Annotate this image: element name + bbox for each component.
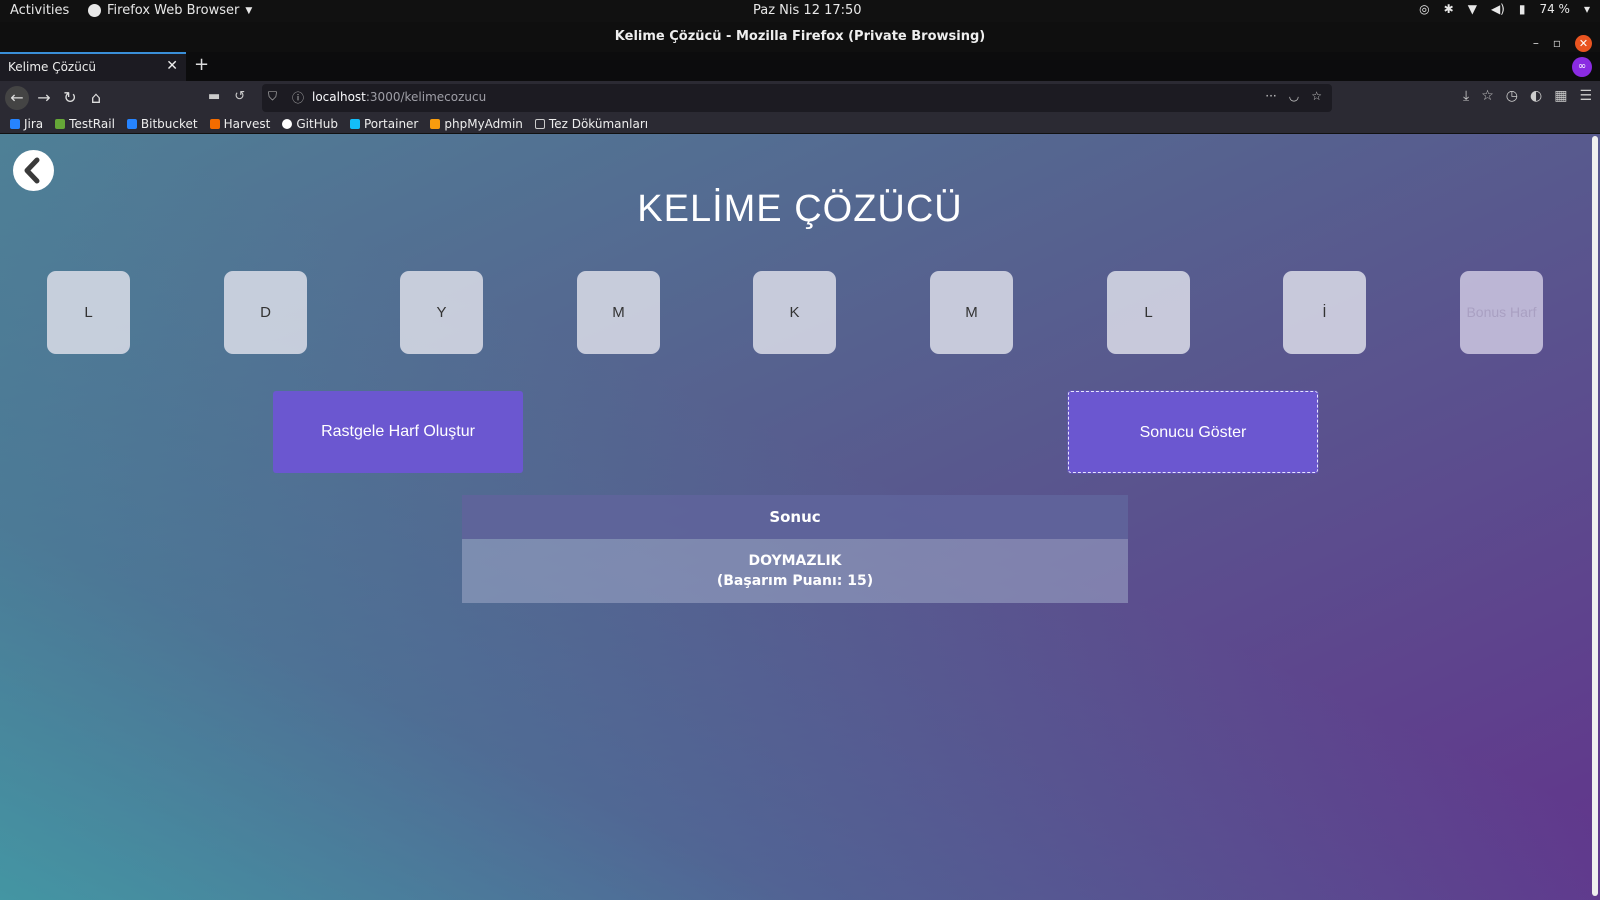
- bookmark-label: Portainer: [363, 117, 419, 131]
- letter-tile[interactable]: L: [47, 271, 130, 354]
- toolbar-right: ⤓ ☆ ◷ ◐ ▦ ☰: [1463, 88, 1592, 104]
- bookmark-jira[interactable]: Jira: [10, 117, 43, 131]
- shield-icon[interactable]: ⛉: [268, 89, 277, 104]
- system-top-bar: Activities Firefox Web Browser ▼ Paz Nis…: [0, 0, 1600, 22]
- harvest-icon: [209, 119, 220, 129]
- firefox-icon: [88, 4, 101, 17]
- back-arrow-icon[interactable]: ←: [5, 86, 29, 110]
- phpmyadmin-icon: [430, 119, 441, 129]
- letter-tile[interactable]: İ: [1283, 271, 1366, 354]
- close-tab-icon[interactable]: ✕: [166, 58, 178, 74]
- bookmark-github[interactable]: GitHub: [282, 117, 338, 131]
- bookmark-label: Tez Dökümanları: [548, 117, 649, 131]
- bookmark-label: TestRail: [69, 117, 115, 131]
- bookmarks-toolbar: Jira TestRail Bitbucket Harvest GitHub P…: [0, 115, 1600, 134]
- testrail-icon: [55, 119, 66, 129]
- bookmark-star-icon[interactable]: ☆: [1311, 89, 1322, 103]
- letter-tile[interactable]: M: [577, 271, 660, 354]
- chevron-left-icon: [24, 157, 40, 184]
- close-window-icon[interactable]: ✕: [1575, 34, 1592, 52]
- clock-icon[interactable]: ◷: [1506, 88, 1518, 104]
- clock[interactable]: Paz Nis 12 17:50: [753, 3, 862, 18]
- battery-level[interactable]: 74 %: [1539, 2, 1570, 16]
- site-info-icon[interactable]: ⓘ: [292, 89, 304, 106]
- toolbar-extensions-left: ▬ ↺: [208, 89, 245, 104]
- result-body: DOYMAZLIK (Başarım Puanı: 15): [462, 539, 1128, 603]
- page-scrollbar[interactable]: [1592, 136, 1598, 896]
- menu-icon[interactable]: ☰: [1579, 88, 1592, 104]
- extension-icon[interactable]: ◐: [1530, 88, 1542, 104]
- letter-tile[interactable]: K: [753, 271, 836, 354]
- system-tray[interactable]: ◎ ✱ ▼ ◀) ▮ 74 % ▾: [1419, 2, 1590, 16]
- page-content: KELİME ÇÖZÜCÜ L D Y M K M L İ Bonus Harf…: [0, 134, 1600, 900]
- bookmark-label: Harvest: [223, 117, 271, 131]
- window-title: Kelime Çözücü - Mozilla Firefox (Private…: [614, 29, 986, 44]
- show-result-button[interactable]: Sonucu Göster: [1067, 390, 1319, 474]
- letter-tile[interactable]: M: [930, 271, 1013, 354]
- result-header: Sonuc: [462, 495, 1128, 539]
- container-icon[interactable]: ▬: [208, 89, 220, 104]
- result-score: (Başarım Puanı: 15): [716, 573, 874, 589]
- new-tab-icon[interactable]: +: [194, 54, 209, 75]
- chevron-down-icon: ▼: [245, 5, 253, 16]
- result-word: DOYMAZLIK: [748, 553, 842, 569]
- random-letters-button[interactable]: Rastgele Harf Oluştur: [273, 391, 523, 473]
- tab-strip: Kelime Çözücü ✕ + ∞: [0, 52, 1600, 81]
- library-icon[interactable]: ☆: [1481, 88, 1494, 104]
- reload-icon[interactable]: ↻: [58, 86, 82, 110]
- portainer-icon: [349, 119, 360, 129]
- history-icon[interactable]: ↺: [234, 89, 245, 104]
- nav-toolbar: ← → ↻ ⌂ ▬ ↺ ⛉ ⓘ localhost:3000/kelimecoz…: [0, 81, 1600, 115]
- bookmark-portainer[interactable]: Portainer: [349, 117, 419, 131]
- bookmark-testrail[interactable]: TestRail: [55, 117, 115, 131]
- battery-icon[interactable]: ▮: [1519, 2, 1526, 16]
- result-table: Sonuc DOYMAZLIK (Başarım Puanı: 15): [462, 495, 1128, 603]
- volume-icon[interactable]: ◀): [1491, 2, 1505, 16]
- window-title-bar: Kelime Çözücü - Mozilla Firefox (Private…: [0, 22, 1600, 52]
- more-actions-icon[interactable]: ···: [1265, 89, 1276, 103]
- letter-tiles: L D Y M K M L İ Bonus Harf: [47, 271, 1547, 355]
- pocket-icon[interactable]: ◡: [1289, 89, 1299, 103]
- bookmark-label: GitHub: [296, 117, 338, 131]
- url-host: localhost: [312, 90, 366, 104]
- back-button[interactable]: [13, 150, 54, 191]
- download-icon[interactable]: ⤓: [1463, 88, 1469, 104]
- whatsapp-icon[interactable]: ◎: [1419, 2, 1429, 16]
- bitbucket-icon: [126, 119, 137, 129]
- bookmark-label: phpMyAdmin: [444, 117, 523, 131]
- extensions-icon[interactable]: ▦: [1554, 88, 1567, 104]
- url-path: :3000/kelimecozucu: [365, 90, 487, 104]
- bookmark-harvest[interactable]: Harvest: [209, 117, 271, 131]
- chevron-down-icon[interactable]: ▾: [1584, 2, 1590, 16]
- forward-arrow-icon[interactable]: →: [32, 86, 56, 110]
- bonus-letter-input[interactable]: Bonus Harf: [1460, 271, 1543, 354]
- activities-button[interactable]: Activities: [10, 3, 69, 18]
- letter-tile[interactable]: D: [224, 271, 307, 354]
- letter-tile[interactable]: Y: [400, 271, 483, 354]
- wifi-icon[interactable]: ▼: [1468, 2, 1477, 16]
- folder-icon: [534, 119, 545, 129]
- app-menu[interactable]: Firefox Web Browser ▼: [88, 3, 252, 18]
- home-icon[interactable]: ⌂: [84, 86, 108, 110]
- slack-icon[interactable]: ✱: [1444, 2, 1454, 16]
- letter-tile[interactable]: L: [1107, 271, 1190, 354]
- url-text[interactable]: localhost:3000/kelimecozucu: [312, 90, 486, 104]
- app-menu-label: Firefox Web Browser: [107, 3, 240, 18]
- tab-kelime-cozucu[interactable]: Kelime Çözücü ✕: [0, 52, 186, 81]
- page-title: KELİME ÇÖZÜCÜ: [637, 188, 963, 230]
- url-actions: ··· ◡ ☆: [1265, 89, 1322, 103]
- tab-title: Kelime Çözücü: [8, 60, 97, 74]
- url-bar[interactable]: ⛉ ⓘ localhost:3000/kelimecozucu ··· ◡ ☆: [262, 84, 1332, 112]
- jira-icon: [10, 119, 20, 129]
- private-browsing-icon: ∞: [1572, 57, 1592, 77]
- bookmark-label: Jira: [24, 117, 44, 131]
- bookmark-label: Bitbucket: [140, 117, 198, 131]
- bookmark-phpmyadmin[interactable]: phpMyAdmin: [430, 117, 523, 131]
- bookmark-tez-dokumanlari[interactable]: Tez Dökümanları: [534, 117, 649, 131]
- github-icon: [282, 119, 293, 129]
- bookmark-bitbucket[interactable]: Bitbucket: [126, 117, 198, 131]
